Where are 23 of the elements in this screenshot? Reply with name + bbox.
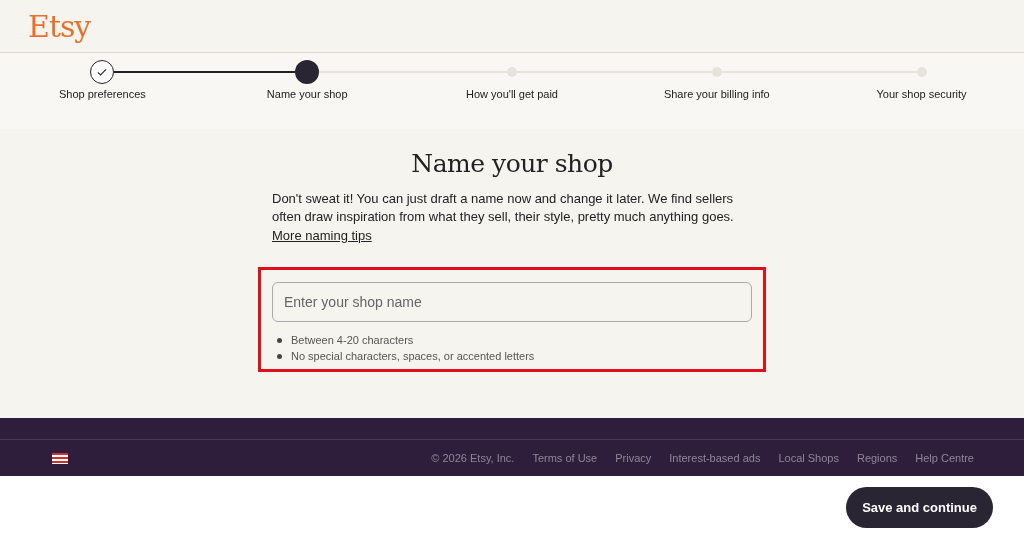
step-label: Shop preferences bbox=[58, 88, 146, 100]
flag-icon[interactable] bbox=[52, 452, 68, 464]
footer-link[interactable]: Help Centre bbox=[915, 452, 974, 464]
footer-link[interactable]: Terms of Use bbox=[532, 452, 598, 464]
step-label: Name your shop bbox=[266, 88, 348, 100]
footer-link[interactable]: © 2026 Etsy, Inc. bbox=[431, 452, 515, 464]
footer-link[interactable]: Privacy bbox=[615, 452, 652, 464]
step-label: How you'll get paid bbox=[466, 88, 558, 100]
rule-text: No special characters, spaces, or accented letters bbox=[291, 349, 535, 364]
step-label: Your shop security bbox=[876, 88, 967, 100]
bullet-icon bbox=[277, 353, 282, 359]
bullet-icon bbox=[277, 337, 282, 343]
rule-text: Between 4-20 characters bbox=[291, 333, 414, 348]
footer-link[interactable]: Interest-based ads bbox=[669, 452, 761, 464]
footer-link[interactable]: Regions bbox=[856, 452, 898, 464]
footer-link[interactable]: Local Shops bbox=[778, 452, 839, 464]
page-title: Name your shop bbox=[411, 149, 613, 178]
step-label: Share your billing info bbox=[663, 88, 770, 100]
etsy-logo[interactable]: Etsy bbox=[28, 8, 91, 44]
save-continue-button[interactable]: Save and continue bbox=[846, 486, 993, 528]
naming-tips-link[interactable]: More naming tips bbox=[272, 228, 372, 243]
shop-name-field[interactable]: Enter your shop name bbox=[272, 282, 752, 322]
description-text: Don't sweat it! You can just draft a name now and change it later. We find sellers often draw inspiration from what they sell, their style, pretty much anything goes. bbox=[272, 190, 735, 226]
